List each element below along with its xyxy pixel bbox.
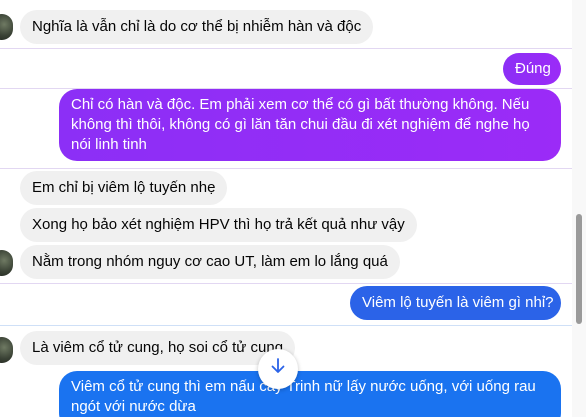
message-text: Chỉ có hàn và độc. Em phải xem cơ thể có…	[71, 96, 530, 153]
message-bubble-incoming[interactable]: Nghĩa là vẫn chỉ là do cơ thể bị nhiễm h…	[20, 10, 374, 44]
message-bubble-incoming[interactable]: Xong họ bảo xét nghiệm HPV thì họ trả kế…	[20, 208, 417, 242]
chat-thread[interactable]: Nghĩa là vẫn chỉ là do cơ thể bị nhiễm h…	[0, 0, 572, 417]
scrollbar-thumb[interactable]	[576, 214, 582, 324]
divider	[0, 48, 572, 49]
message-text: Đúng	[515, 60, 551, 77]
message-text: Em chỉ bị viêm lộ tuyến nhẹ	[32, 179, 216, 196]
message-bubble-outgoing[interactable]: Chỉ có hàn và độc. Em phải xem cơ thể có…	[59, 89, 561, 161]
message-text: Là viêm cổ tử cung, họ soi cổ tử cung	[32, 339, 284, 356]
arrow-down-icon	[269, 357, 287, 381]
message-text: Viêm cổ tử cung thì em nấu cây Trinh nữ …	[71, 378, 536, 415]
message-bubble-outgoing[interactable]: Viêm lộ tuyến là viêm gì nhỉ?	[350, 286, 561, 320]
message-bubble-incoming[interactable]: Em chỉ bị viêm lộ tuyến nhẹ	[20, 171, 228, 205]
avatar[interactable]	[0, 337, 13, 363]
scroll-to-bottom-button[interactable]	[258, 349, 298, 389]
message-text: Viêm lộ tuyến là viêm gì nhỉ?	[362, 294, 554, 311]
scrollbar[interactable]	[572, 0, 586, 417]
divider	[0, 325, 572, 326]
avatar[interactable]	[0, 250, 13, 276]
divider	[0, 168, 572, 169]
avatar[interactable]	[0, 14, 13, 40]
message-bubble-incoming[interactable]: Nằm trong nhóm nguy cơ cao UT, làm em lo…	[20, 245, 400, 279]
message-bubble-outgoing[interactable]: Viêm cổ tử cung thì em nấu cây Trinh nữ …	[59, 371, 561, 417]
divider	[0, 283, 572, 284]
message-text: Nghĩa là vẫn chỉ là do cơ thể bị nhiễm h…	[32, 18, 362, 35]
message-text: Xong họ bảo xét nghiệm HPV thì họ trả kế…	[32, 216, 405, 233]
message-text: Nằm trong nhóm nguy cơ cao UT, làm em lo…	[32, 253, 388, 270]
message-bubble-outgoing[interactable]: Đúng	[503, 53, 561, 85]
message-bubble-incoming[interactable]: Là viêm cổ tử cung, họ soi cổ tử cung	[20, 331, 296, 365]
